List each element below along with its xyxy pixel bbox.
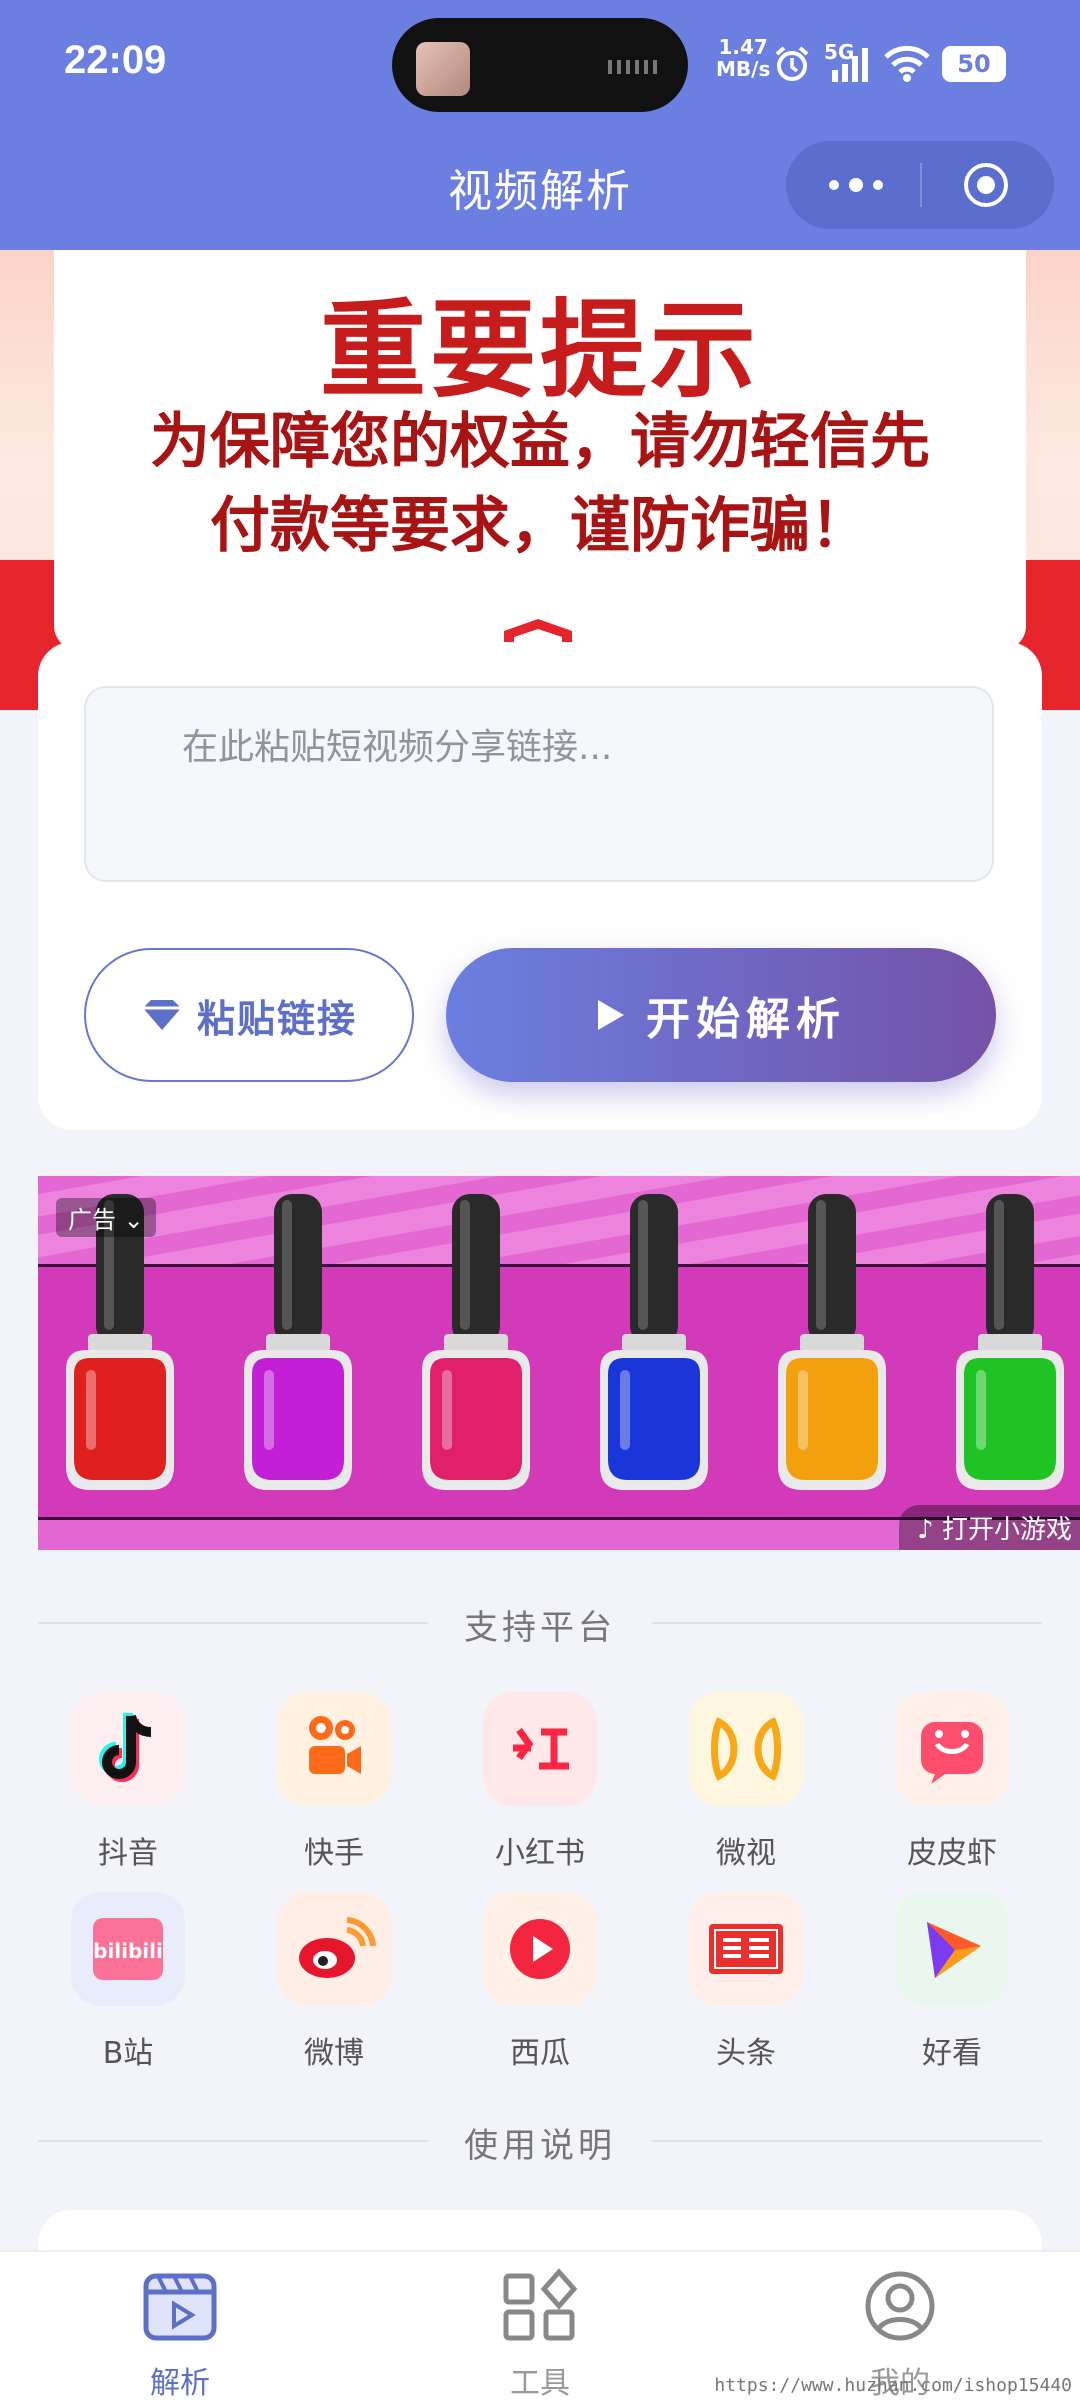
svg-text:bilibili: bilibili (93, 1939, 163, 1963)
platform-label: 抖音 (98, 1836, 158, 1871)
platform-weishi[interactable]: 微视 (666, 1692, 826, 1872)
parse-card: 粘贴链接 开始解析 (38, 642, 1042, 1130)
app-header: 22:09 1.47 MB/s 5G 50 视频解析 (0, 0, 1080, 250)
signal-icon: 5G (824, 40, 872, 84)
close-target-icon[interactable] (962, 161, 1010, 209)
alarm-icon (775, 46, 809, 81)
notice-title: 重要提示 (320, 289, 760, 412)
platform-label: 西瓜 (510, 2036, 570, 2071)
bilibili-icon: bilibili (71, 1892, 185, 2006)
battery-icon: 50 (942, 46, 1006, 82)
tab-tools[interactable]: 工具 (440, 2266, 640, 2402)
notice-text: 为保障您的权益，请勿轻信先 付款等要求，谨防诈骗！ (150, 407, 930, 561)
tools-grid-icon (503, 2268, 578, 2341)
toutiao-icon (689, 1892, 803, 2006)
user-profile-icon (865, 2271, 935, 2341)
diamond-icon (142, 1000, 181, 1030)
xiaohongshu-icon (483, 1692, 597, 1806)
watermark-text: https://www.huzhan.com/ishop15440 (714, 2375, 1072, 2396)
status-time: 22:09 (64, 38, 167, 82)
more-dots-icon[interactable] (826, 171, 886, 199)
paste-link-label: 粘贴链接 (196, 996, 357, 1041)
media-thumbnail (416, 42, 470, 96)
tab-parse[interactable]: 解析 (80, 2266, 280, 2402)
platform-label: 皮皮虾 (907, 1836, 997, 1871)
haokan-icon (895, 1892, 1009, 2006)
platforms-section-header: 支持平台 (38, 1592, 1042, 1652)
play-icon (598, 1000, 624, 1030)
status-bar: 22:09 1.47 MB/s 5G 50 (0, 18, 1080, 112)
platform-xigua[interactable]: 西瓜 (460, 1892, 620, 2072)
platform-label: 好看 (922, 2036, 982, 2071)
notice-panel: 重要提示 为保障您的权益，请勿轻信先 付款等要求，谨防诈骗！ (54, 250, 1026, 650)
platform-bilibili[interactable]: bilibili B站 (48, 1892, 208, 2072)
platform-label: 微博 (304, 2036, 364, 2071)
link-input-box (84, 686, 994, 882)
usage-section-header: 使用说明 (38, 2110, 1042, 2170)
platform-label: 快手 (304, 1836, 364, 1871)
platform-label: 微视 (716, 1836, 776, 1871)
usage-section-label: 使用说明 (464, 2126, 616, 2166)
start-parse-button[interactable]: 开始解析 (446, 948, 996, 1082)
video-parse-icon (143, 2273, 217, 2341)
platform-haokan[interactable]: 好看 (872, 1892, 1032, 2072)
xigua-icon (483, 1892, 597, 2006)
kuaishou-icon (277, 1692, 391, 1806)
platforms-section-label: 支持平台 (464, 1608, 616, 1648)
shelf-line-top (38, 1264, 1080, 1267)
start-parse-label: 开始解析 (646, 994, 846, 1045)
nail-polish-bottle (244, 1194, 352, 1490)
wifi-icon (884, 45, 930, 82)
weishi-icon (689, 1692, 803, 1806)
capsule-divider (920, 163, 922, 207)
platform-toutiao[interactable]: 头条 (666, 1892, 826, 2072)
tab-label: 工具 (510, 2366, 570, 2401)
platform-kuaishou[interactable]: 快手 (254, 1692, 414, 1872)
audio-wave-icon (608, 60, 658, 74)
divider-right (652, 1622, 1042, 1624)
weibo-icon (277, 1892, 391, 2006)
ad-tag[interactable]: 广告 ⌄ (56, 1198, 156, 1237)
platform-label: 头条 (716, 2036, 776, 2071)
nail-polish-bottle (778, 1194, 886, 1490)
warning-banner: 重要提示 为保障您的权益，请勿轻信先 付款等要求，谨防诈骗！ (0, 250, 1080, 710)
platform-weibo[interactable]: 微博 (254, 1892, 414, 2072)
network-speed: 1.47 MB/s (716, 35, 771, 81)
ad-background-top (38, 1176, 1080, 1264)
platform-label: B站 (102, 2036, 154, 2071)
nail-polish-bottle (600, 1194, 708, 1490)
platform-xiaohongshu[interactable]: 小红书 (460, 1692, 620, 1872)
platform-label: 小红书 (495, 1836, 585, 1871)
platform-douyin[interactable]: 抖音 (48, 1692, 208, 1872)
ad-banner[interactable]: 广告 ⌄ ♪ 打开小游戏 (38, 1176, 1080, 1550)
nail-polish-bottle (66, 1194, 174, 1490)
nail-polish-bottle (422, 1194, 530, 1490)
douyin-icon (71, 1692, 185, 1806)
divider-right (652, 2140, 1042, 2142)
dynamic-island (392, 18, 688, 112)
paste-link-button[interactable]: 粘贴链接 (84, 948, 414, 1082)
platform-pipixia[interactable]: 皮皮虾 (872, 1692, 1032, 1872)
bottom-tab-bar: 解析 工具 我的 https://www.huzhan.com/ishop154… (0, 2250, 1080, 2402)
status-icons: 5G 50 (772, 38, 1006, 90)
nail-polish-bottle (956, 1194, 1064, 1490)
tab-label: 解析 (150, 2366, 210, 2401)
ad-open-minigame-button[interactable]: ♪ 打开小游戏 (899, 1505, 1080, 1550)
miniprogram-capsule (786, 141, 1054, 229)
link-input[interactable] (86, 688, 992, 880)
pipixia-icon (895, 1692, 1009, 1806)
